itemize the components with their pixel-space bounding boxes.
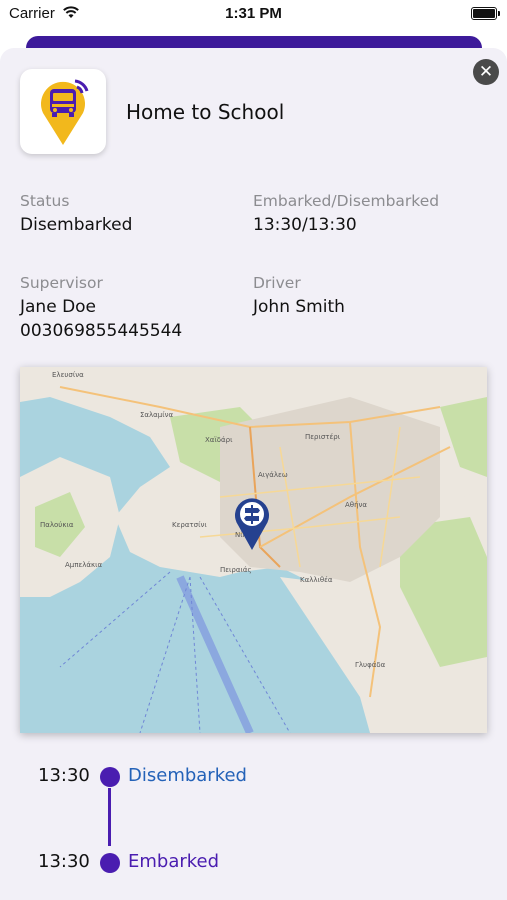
clock: 1:31 PM (225, 5, 282, 22)
map-label: Αιγάλεω (258, 471, 288, 479)
supervisor-label: Supervisor (20, 274, 103, 292)
close-icon: ✕ (478, 62, 494, 82)
close-button[interactable]: ✕ (473, 59, 499, 85)
map-label: Χαϊδάρι (205, 436, 233, 444)
status-label: Status (20, 192, 70, 210)
route-title: Home to School (126, 100, 285, 124)
map-label: Παλούκια (40, 521, 74, 529)
bus-location-pin-icon (41, 79, 89, 145)
map-label: Κερατσίνι (172, 521, 207, 529)
supervisor-name: Jane Doe (20, 297, 97, 317)
map-label: Πειραιάς (220, 566, 252, 574)
embarked-disembarked-value: 13:30/13:30 (253, 215, 357, 235)
map-canvas[interactable]: Ελευσίνα Σαλαμίνα Κερατσίνι Πειραιάς Αθή… (20, 367, 487, 733)
embarked-disembarked-label: Embarked/Disembarked (253, 192, 440, 210)
supervisor-phone[interactable]: 003069855445544 (20, 321, 182, 341)
battery-icon (471, 7, 500, 20)
status-bar: Carrier 1:31 PM (0, 0, 507, 30)
map-label: Γλυφάδα (355, 661, 386, 669)
map-label: Σαλαμίνα (140, 411, 174, 419)
route-map[interactable]: Ελευσίνα Σαλαμίνα Κερατσίνι Πειραιάς Αθή… (20, 367, 487, 733)
driver-name: John Smith (253, 297, 345, 317)
status-value: Disembarked (20, 215, 133, 235)
driver-label: Driver (253, 274, 301, 292)
map-label: Περιστέρι (305, 433, 341, 441)
map-label: Αμπελάκια (65, 561, 102, 569)
trip-detail-sheet: ✕ Home to School Status Disembarked Emba… (0, 48, 507, 900)
route-icon (20, 69, 106, 154)
map-label: Ελευσίνα (52, 371, 84, 379)
map-label: Καλλιθέα (300, 576, 333, 584)
map-label: Αθήνα (345, 501, 367, 509)
